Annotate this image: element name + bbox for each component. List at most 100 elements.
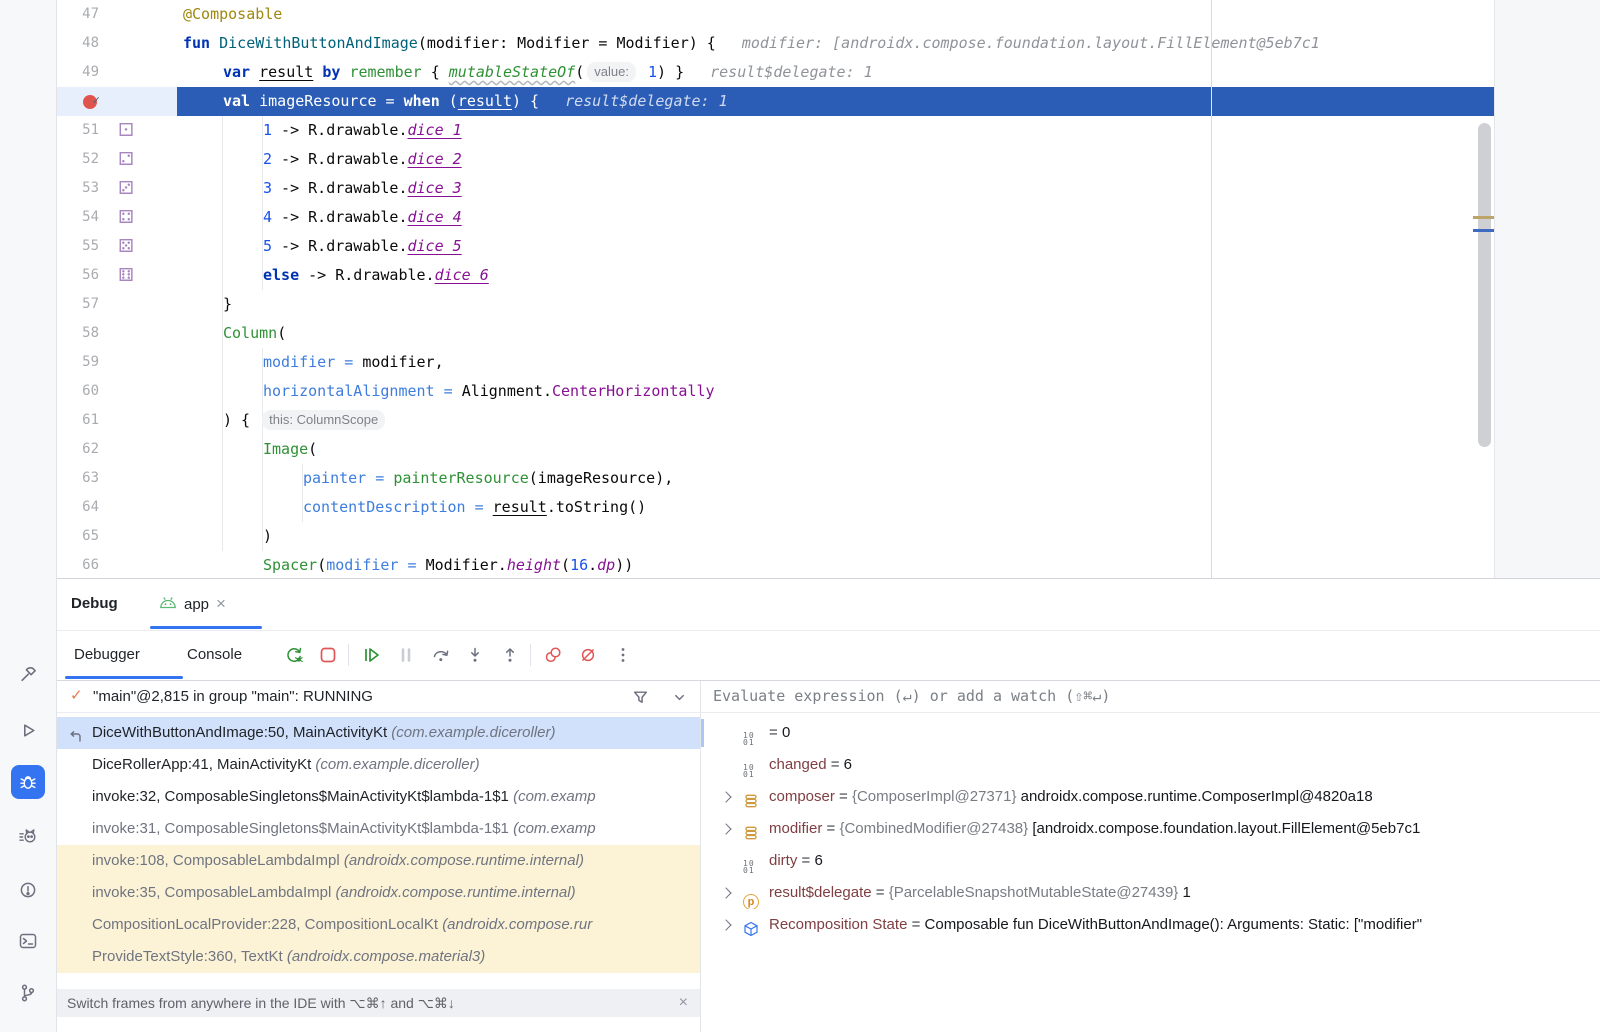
dice-3-resource-icon[interactable]: ⚂ — [111, 174, 141, 203]
code-line-48[interactable]: 48fun DiceWithButtonAndImage(modifier: M… — [57, 29, 1494, 58]
variable-row[interactable]: presult$delegate = {ParcelableSnapshotMu… — [701, 877, 1600, 909]
rerun-debugger-icon[interactable] — [284, 645, 304, 665]
stack-frame-row[interactable]: invoke:108, ComposableLambdaImpl (androi… — [57, 845, 700, 877]
code-line-50[interactable]: ✓ val imageResource = when (result) {resu… — [57, 87, 1494, 116]
gutter[interactable]: 53⚂ — [57, 174, 177, 203]
code-line-53[interactable]: 53⚂3 -> R.drawable.dice_3 — [57, 174, 1494, 203]
code-line-65[interactable]: 65) — [57, 522, 1494, 551]
mute-breakpoints-icon[interactable] — [578, 645, 598, 665]
variable-row[interactable]: 1001= 0 — [701, 717, 1600, 749]
expand-chevron-icon[interactable] — [720, 791, 731, 802]
code-text[interactable]: 3 -> R.drawable.dice_3 — [177, 174, 1494, 203]
stack-frame-row[interactable]: ProvideTextStyle:360, TextKt (androidx.c… — [57, 941, 700, 973]
code-text[interactable]: ) — [177, 522, 1494, 551]
tab-console[interactable]: Console — [187, 631, 242, 679]
code-text[interactable]: Spacer(modifier = Modifier.height(16.dp)… — [177, 551, 1494, 578]
gutter[interactable]: 59 — [57, 348, 177, 377]
resume-program-icon[interactable] — [361, 645, 381, 665]
run-configuration-tab[interactable]: app × — [159, 579, 226, 629]
gutter[interactable]: 48 — [57, 29, 177, 58]
dice-5-resource-icon[interactable]: ⚄ — [111, 232, 141, 261]
code-text[interactable]: modifier = modifier, — [177, 348, 1494, 377]
code-line-63[interactable]: 63painter = painterResource(imageResourc… — [57, 464, 1494, 493]
stack-frame-row[interactable]: DiceWithButtonAndImage:50, MainActivityK… — [57, 717, 700, 749]
pause-program-icon[interactable] — [396, 645, 416, 665]
thread-status-row[interactable]: ✓ "main"@2,815 in group "main": RUNNING — [57, 681, 700, 713]
analysis-mark-current[interactable] — [1473, 229, 1494, 232]
stack-frame-row[interactable]: DiceRollerApp:41, MainActivityKt (com.ex… — [57, 749, 700, 781]
code-text[interactable]: horizontalAlignment = Alignment.CenterHo… — [177, 377, 1494, 406]
terminal-icon[interactable] — [11, 924, 45, 958]
logcat-cat-icon[interactable] — [11, 820, 45, 854]
editor-scrollbar[interactable] — [1478, 123, 1491, 447]
filter-icon[interactable] — [632, 689, 649, 710]
variable-row[interactable]: 1001dirty = 6 — [701, 845, 1600, 877]
code-line-58[interactable]: 58Column( — [57, 319, 1494, 348]
code-line-57[interactable]: 57} — [57, 290, 1494, 319]
stack-frame-row[interactable]: CompositionLocalProvider:228, Compositio… — [57, 909, 700, 941]
code-text[interactable]: 4 -> R.drawable.dice_4 — [177, 203, 1494, 232]
code-text[interactable]: painter = painterResource(imageResource)… — [177, 464, 1494, 493]
stack-frame-row[interactable]: invoke:32, ComposableSingletons$MainActi… — [57, 781, 700, 813]
step-into-icon[interactable] — [465, 645, 485, 665]
code-text[interactable]: fun DiceWithButtonAndImage(modifier: Mod… — [177, 29, 1494, 58]
code-line-49[interactable]: 49var result by remember { mutableStateO… — [57, 58, 1494, 87]
more-options-icon[interactable] — [613, 645, 633, 665]
gutter[interactable]: 66 — [57, 551, 177, 578]
gutter[interactable]: 51⚀ — [57, 116, 177, 145]
code-text[interactable]: contentDescription = result.toString() — [177, 493, 1494, 522]
expand-chevron-icon[interactable] — [720, 919, 731, 930]
close-icon[interactable]: × — [216, 594, 226, 614]
code-line-64[interactable]: 64contentDescription = result.toString() — [57, 493, 1494, 522]
tab-debugger[interactable]: Debugger — [74, 631, 140, 679]
code-line-47[interactable]: 47@Composable — [57, 0, 1494, 29]
code-line-52[interactable]: 52⚁2 -> R.drawable.dice_2 — [57, 145, 1494, 174]
code-line-56[interactable]: 56⚅else -> R.drawable.dice_6 — [57, 261, 1494, 290]
dice-1-resource-icon[interactable]: ⚀ — [111, 116, 141, 145]
dice-4-resource-icon[interactable]: ⚃ — [111, 203, 141, 232]
dice-6-resource-icon[interactable]: ⚅ — [111, 261, 141, 290]
analysis-mark-warning[interactable] — [1473, 216, 1494, 219]
variable-row[interactable]: 1001changed = 6 — [701, 749, 1600, 781]
gutter[interactable]: 47 — [57, 0, 177, 29]
problems-icon[interactable] — [11, 873, 45, 907]
code-line-55[interactable]: 55⚄5 -> R.drawable.dice_5 — [57, 232, 1494, 261]
variable-row[interactable]: Recomposition State = Composable fun Dic… — [701, 909, 1600, 941]
code-text[interactable]: ) { this: ColumnScope — [177, 406, 1494, 435]
stop-icon[interactable] — [318, 645, 338, 665]
step-over-icon[interactable] — [431, 645, 451, 665]
expand-chevron-icon[interactable] — [720, 887, 731, 898]
code-line-66[interactable]: 66Spacer(modifier = Modifier.height(16.d… — [57, 551, 1494, 578]
dice-2-resource-icon[interactable]: ⚁ — [111, 145, 141, 174]
code-line-62[interactable]: 62Image( — [57, 435, 1494, 464]
gutter[interactable]: 60 — [57, 377, 177, 406]
run-play-icon[interactable] — [11, 713, 45, 747]
evaluate-expression-input[interactable]: Evaluate expression (↵) or add a watch (… — [701, 681, 1600, 713]
code-text[interactable]: Column( — [177, 319, 1494, 348]
gutter[interactable]: 55⚄ — [57, 232, 177, 261]
gutter[interactable]: ✓ — [57, 87, 177, 116]
gutter[interactable]: 54⚃ — [57, 203, 177, 232]
editor[interactable]: 47@Composable48fun DiceWithButtonAndImag… — [57, 0, 1494, 578]
chevron-down-icon[interactable] — [672, 690, 687, 709]
gutter[interactable]: 58 — [57, 319, 177, 348]
code-text[interactable]: Image( — [177, 435, 1494, 464]
code-text[interactable]: val imageResource = when (result) {resul… — [177, 87, 1494, 116]
code-text[interactable]: @Composable — [177, 0, 1494, 29]
gutter[interactable]: 62 — [57, 435, 177, 464]
breakpoint-icon[interactable]: ✓ — [57, 87, 99, 116]
expand-chevron-icon[interactable] — [720, 823, 731, 834]
code-line-51[interactable]: 51⚀1 -> R.drawable.dice_1 — [57, 116, 1494, 145]
variable-row[interactable]: composer = {ComposerImpl@27371} androidx… — [701, 781, 1600, 813]
view-breakpoints-icon[interactable] — [543, 645, 563, 665]
stack-frame-row[interactable]: invoke:31, ComposableSingletons$MainActi… — [57, 813, 700, 845]
gutter[interactable]: 52⚁ — [57, 145, 177, 174]
code-text[interactable]: else -> R.drawable.dice_6 — [177, 261, 1494, 290]
step-out-icon[interactable] — [500, 645, 520, 665]
gutter[interactable]: 61 — [57, 406, 177, 435]
code-line-59[interactable]: 59modifier = modifier, — [57, 348, 1494, 377]
gutter[interactable]: 57 — [57, 290, 177, 319]
gutter[interactable]: 65 — [57, 522, 177, 551]
close-icon[interactable]: × — [679, 989, 688, 1017]
gutter[interactable]: 63 — [57, 464, 177, 493]
